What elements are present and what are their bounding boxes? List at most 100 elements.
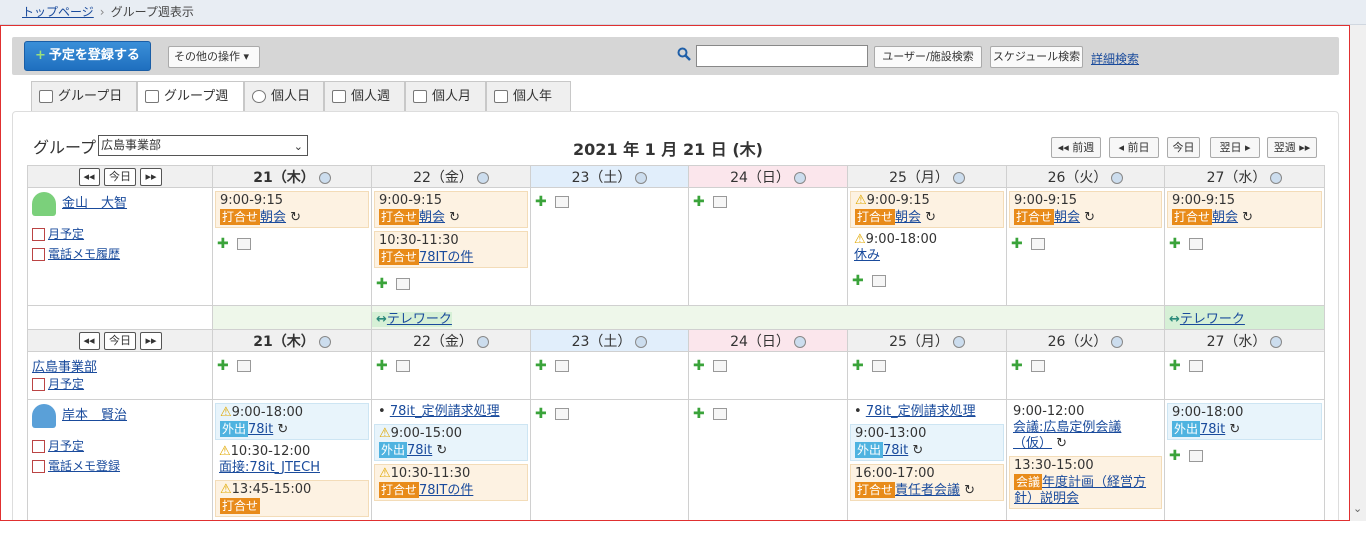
event[interactable]: 13:30-15:00 会議 年度計画（経営方針）説明会: [1009, 456, 1162, 509]
user-facility-search-button[interactable]: ユーザー/施設検索: [874, 46, 982, 68]
group-select[interactable]: 広島事業部 ⌄: [98, 135, 308, 156]
prev-arrow-button[interactable]: ◂◂: [78, 167, 100, 186]
tab-personal-week[interactable]: 個人週: [324, 81, 405, 112]
group-day-icon[interactable]: [476, 171, 489, 184]
event[interactable]: • 78it_定例請求処理: [374, 403, 528, 421]
user-name-link[interactable]: 金山 大智: [62, 196, 127, 211]
group-day-icon[interactable]: [635, 335, 648, 348]
add-icon[interactable]: ✚: [1011, 358, 1023, 374]
group-day-icon[interactable]: [318, 171, 331, 184]
add-icon[interactable]: ✚: [1169, 236, 1181, 252]
phone-memo-link[interactable]: 電話メモ登録: [48, 459, 120, 473]
event[interactable]: 9:00-9:15 打合せ 朝会 ↻: [1009, 191, 1162, 228]
group-day-icon[interactable]: [1270, 171, 1283, 184]
event[interactable]: 9:00-12:00 会議:広島定例会議（仮） ↻: [1009, 403, 1162, 453]
group-day-icon[interactable]: [793, 171, 806, 184]
add-facility-icon[interactable]: [1188, 360, 1203, 372]
chevron-down-icon[interactable]: ⌄: [1353, 502, 1362, 515]
breadcrumb-home-link[interactable]: トップページ: [22, 5, 94, 19]
add-facility-icon[interactable]: [236, 238, 251, 250]
prev-arrow-button[interactable]: ◂◂: [78, 331, 100, 350]
schedule-cell[interactable]: 9:00-9:15 打合せ 朝会 ↻ 10:30-11:30 打合せ 78ITの件 ✚: [371, 187, 531, 306]
schedule-cell[interactable]: 9:00-18:00 外出 78it ↻ ✚: [1164, 399, 1325, 520]
today-button[interactable]: 今日: [1167, 137, 1200, 158]
user-name-link[interactable]: 岸本 賢治: [62, 408, 127, 423]
schedule-cell[interactable]: 9:00-9:15 打合せ 朝会 ↻ ✚: [1164, 187, 1325, 306]
add-icon[interactable]: ✚: [1169, 358, 1181, 374]
event[interactable]: ⚠9:00-15:00 外出 78it ↻: [374, 424, 528, 461]
add-facility-icon[interactable]: [871, 360, 886, 372]
group-day-icon[interactable]: [952, 335, 965, 348]
schedule-search-button[interactable]: スケジュール検索: [990, 46, 1083, 68]
mini-today-button[interactable]: 今日: [104, 331, 136, 350]
group-day-icon[interactable]: [318, 335, 331, 348]
group-day-icon[interactable]: [1111, 335, 1124, 348]
event[interactable]: ⚠9:00-18:00 外出 78it ↻: [215, 403, 369, 440]
advanced-search-link[interactable]: 詳細検索: [1091, 50, 1139, 67]
event[interactable]: ⚠10:30-11:30 打合せ 78ITの件: [374, 464, 528, 501]
add-icon[interactable]: ✚: [535, 406, 547, 422]
add-facility-icon[interactable]: [554, 196, 569, 208]
tab-group-week[interactable]: グループ週: [137, 81, 244, 113]
add-icon[interactable]: ✚: [217, 236, 229, 252]
dept-name-link[interactable]: 広島事業部: [32, 360, 97, 375]
schedule-cell[interactable]: ✚: [688, 399, 848, 520]
telework-bar[interactable]: ↔テレワーク: [371, 305, 1165, 330]
event[interactable]: 9:00-13:00 外出 78it ↻: [850, 424, 1004, 461]
event[interactable]: ⚠10:30-12:00 面接:78it_JTECH: [215, 443, 369, 477]
add-facility-icon[interactable]: [1188, 450, 1203, 462]
add-icon[interactable]: ✚: [217, 358, 229, 374]
add-icon[interactable]: ✚: [852, 358, 864, 374]
group-day-icon[interactable]: [1270, 335, 1283, 348]
add-icon[interactable]: ✚: [535, 358, 547, 374]
schedule-cell[interactable]: ✚: [688, 351, 848, 400]
group-day-icon[interactable]: [476, 335, 489, 348]
tab-personal-year[interactable]: 個人年: [486, 81, 571, 112]
monthly-schedule-link[interactable]: 月予定: [48, 439, 84, 453]
add-facility-icon[interactable]: [236, 360, 251, 372]
add-facility-icon[interactable]: [395, 360, 410, 372]
schedule-cell[interactable]: ✚: [212, 351, 372, 400]
add-icon[interactable]: ✚: [535, 194, 547, 210]
add-facility-icon[interactable]: [554, 360, 569, 372]
schedule-cell[interactable]: • 78it_定例請求処理 ⚠9:00-15:00 外出 78it ↻ ⚠10:30…: [371, 399, 531, 520]
tab-personal-day[interactable]: 個人日: [244, 81, 324, 112]
add-schedule-button[interactable]: + 予定を登録する: [24, 41, 151, 71]
group-day-icon[interactable]: [1111, 171, 1124, 184]
add-icon[interactable]: ✚: [376, 276, 388, 292]
group-day-icon[interactable]: [793, 335, 806, 348]
add-icon[interactable]: ✚: [376, 358, 388, 374]
add-icon[interactable]: ✚: [1011, 236, 1023, 252]
schedule-cell[interactable]: 9:00-9:15 打合せ 朝会 ↻ ✚: [1006, 187, 1165, 306]
schedule-cell[interactable]: 9:00-9:15 打合せ 朝会 ↻ ✚: [212, 187, 372, 306]
event[interactable]: 9:00-9:15 打合せ 朝会 ↻: [1167, 191, 1322, 228]
tab-group-day[interactable]: グループ日: [31, 81, 137, 112]
event[interactable]: ⚠9:00-9:15 打合せ 朝会 ↻: [850, 191, 1004, 228]
add-facility-icon[interactable]: [712, 196, 727, 208]
telework-bar[interactable]: ↔テレワーク: [1164, 305, 1325, 330]
event[interactable]: • 78it_定例請求処理: [850, 403, 1004, 421]
monthly-schedule-link[interactable]: 月予定: [48, 227, 84, 241]
add-facility-icon[interactable]: [395, 278, 410, 290]
schedule-cell[interactable]: ✚: [1164, 351, 1325, 400]
search-input[interactable]: [696, 45, 868, 67]
mini-today-button[interactable]: 今日: [104, 167, 136, 186]
schedule-cell[interactable]: ✚: [371, 351, 531, 400]
event[interactable]: 10:30-11:30 打合せ 78ITの件: [374, 231, 528, 268]
schedule-cell[interactable]: ✚: [530, 399, 689, 520]
add-facility-icon[interactable]: [712, 360, 727, 372]
scrollbar[interactable]: ⌄: [1350, 25, 1366, 521]
event[interactable]: 9:00-9:15 打合せ 朝会 ↻: [374, 191, 528, 228]
other-actions-button[interactable]: その他の操作 ▾: [168, 46, 260, 68]
next-arrow-button[interactable]: ▸▸: [140, 331, 162, 350]
next-week-button[interactable]: 翌週 ▸▸: [1267, 137, 1317, 158]
add-icon[interactable]: ✚: [1169, 448, 1181, 464]
add-facility-icon[interactable]: [554, 408, 569, 420]
schedule-cell[interactable]: ✚: [1006, 351, 1165, 400]
group-day-icon[interactable]: [635, 171, 648, 184]
add-facility-icon[interactable]: [712, 408, 727, 420]
event[interactable]: 16:00-17:00 打合せ 責任者会議 ↻: [850, 464, 1004, 501]
add-icon[interactable]: ✚: [852, 273, 864, 289]
schedule-cell[interactable]: • 78it_定例請求処理 9:00-13:00 外出 78it ↻ 16:00-1…: [847, 399, 1007, 520]
monthly-schedule-link[interactable]: 月予定: [48, 377, 84, 391]
